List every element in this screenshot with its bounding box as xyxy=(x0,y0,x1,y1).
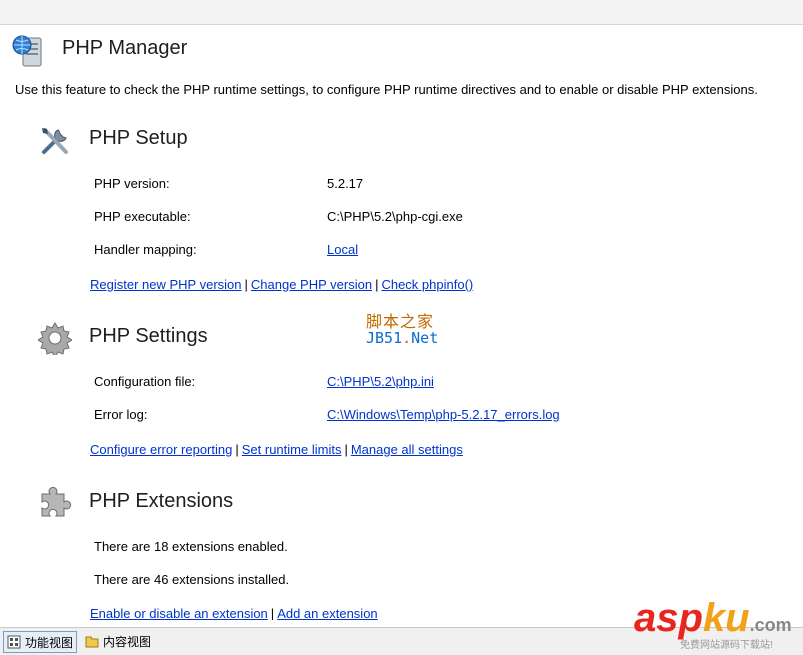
php-version-label: PHP version: xyxy=(94,176,170,191)
watermark-com-text: .com xyxy=(749,615,792,635)
handler-mapping-label: Handler mapping: xyxy=(94,242,197,257)
watermark-ku-text: ku xyxy=(702,596,750,640)
section-title-setup: PHP Setup xyxy=(89,127,188,149)
server-globe-icon xyxy=(12,35,42,67)
watermark-dot: . xyxy=(402,329,412,347)
configuration-file-link[interactable]: C:\PHP\5.2\php.ini xyxy=(327,374,434,389)
page-title: PHP Manager xyxy=(62,37,188,59)
watermark-net-text: Net xyxy=(411,329,439,347)
page-description: Use this feature to check the PHP runtim… xyxy=(15,82,758,97)
extensions-actions: Enable or disable an extension | Add an ex… xyxy=(90,606,378,620)
php-version-value: 5.2.17 xyxy=(327,176,364,191)
watermark-aspku-subtitle: 免费网站源码下载站! xyxy=(680,640,773,651)
tab-content-view[interactable]: 内容视图 xyxy=(82,631,154,651)
watermark-aspku-logo: aspku.com xyxy=(634,596,792,641)
check-phpinfo-link[interactable]: Check phpinfo() xyxy=(381,277,473,292)
error-log-label: Error log: xyxy=(94,407,148,422)
tools-icon xyxy=(42,128,68,154)
content-view-icon xyxy=(85,636,99,648)
separator: | xyxy=(344,442,348,457)
watermark-jb51-net: JB51.Net xyxy=(366,329,438,347)
tab-content-view-label: 内容视图 xyxy=(103,634,152,649)
tab-features-view-label: 功能视图 xyxy=(25,635,74,650)
gear-icon xyxy=(38,322,72,355)
tab-features-view[interactable]: 功能视图 xyxy=(3,631,78,653)
error-log-link[interactable]: C:\Windows\Temp\php-5.2.17_errors.log xyxy=(327,407,560,422)
setup-actions: Register new PHP version | Change PHP vers… xyxy=(90,277,473,292)
features-view-icon xyxy=(7,635,21,649)
separator: | xyxy=(375,277,379,292)
php-executable-value: C:\PHP\5.2\php-cgi.exe xyxy=(327,209,463,224)
settings-actions: Configure error reporting | Set runtime li… xyxy=(90,442,463,457)
separator: | xyxy=(270,606,275,620)
enable-disable-extension-link[interactable]: Enable or disable an extension xyxy=(90,606,268,620)
manage-all-settings-link[interactable]: Manage all settings xyxy=(351,442,463,457)
separator: | xyxy=(235,442,239,457)
configuration-file-label: Configuration file: xyxy=(94,374,196,389)
extensions-enabled-text: There are 18 extensions enabled. xyxy=(94,539,288,554)
set-runtime-limits-link[interactable]: Set runtime limits xyxy=(242,442,342,457)
section-title-extensions: PHP Extensions xyxy=(89,490,234,512)
section-title-settings: PHP Settings xyxy=(89,325,208,347)
watermark-jb51-text: JB51 xyxy=(366,329,403,347)
configure-error-reporting-link[interactable]: Configure error reporting xyxy=(90,442,232,457)
add-extension-link[interactable]: Add an extension xyxy=(277,606,377,620)
register-php-version-link[interactable]: Register new PHP version xyxy=(90,277,242,292)
separator: | xyxy=(244,277,248,292)
php-executable-label: PHP executable: xyxy=(94,209,191,224)
puzzle-icon xyxy=(41,486,72,517)
change-php-version-link[interactable]: Change PHP version xyxy=(251,277,372,292)
handler-mapping-link[interactable]: Local xyxy=(327,242,358,257)
watermark-asp-text: asp xyxy=(634,596,703,640)
extensions-installed-text: There are 46 extensions installed. xyxy=(94,572,290,587)
top-strip xyxy=(0,0,803,25)
